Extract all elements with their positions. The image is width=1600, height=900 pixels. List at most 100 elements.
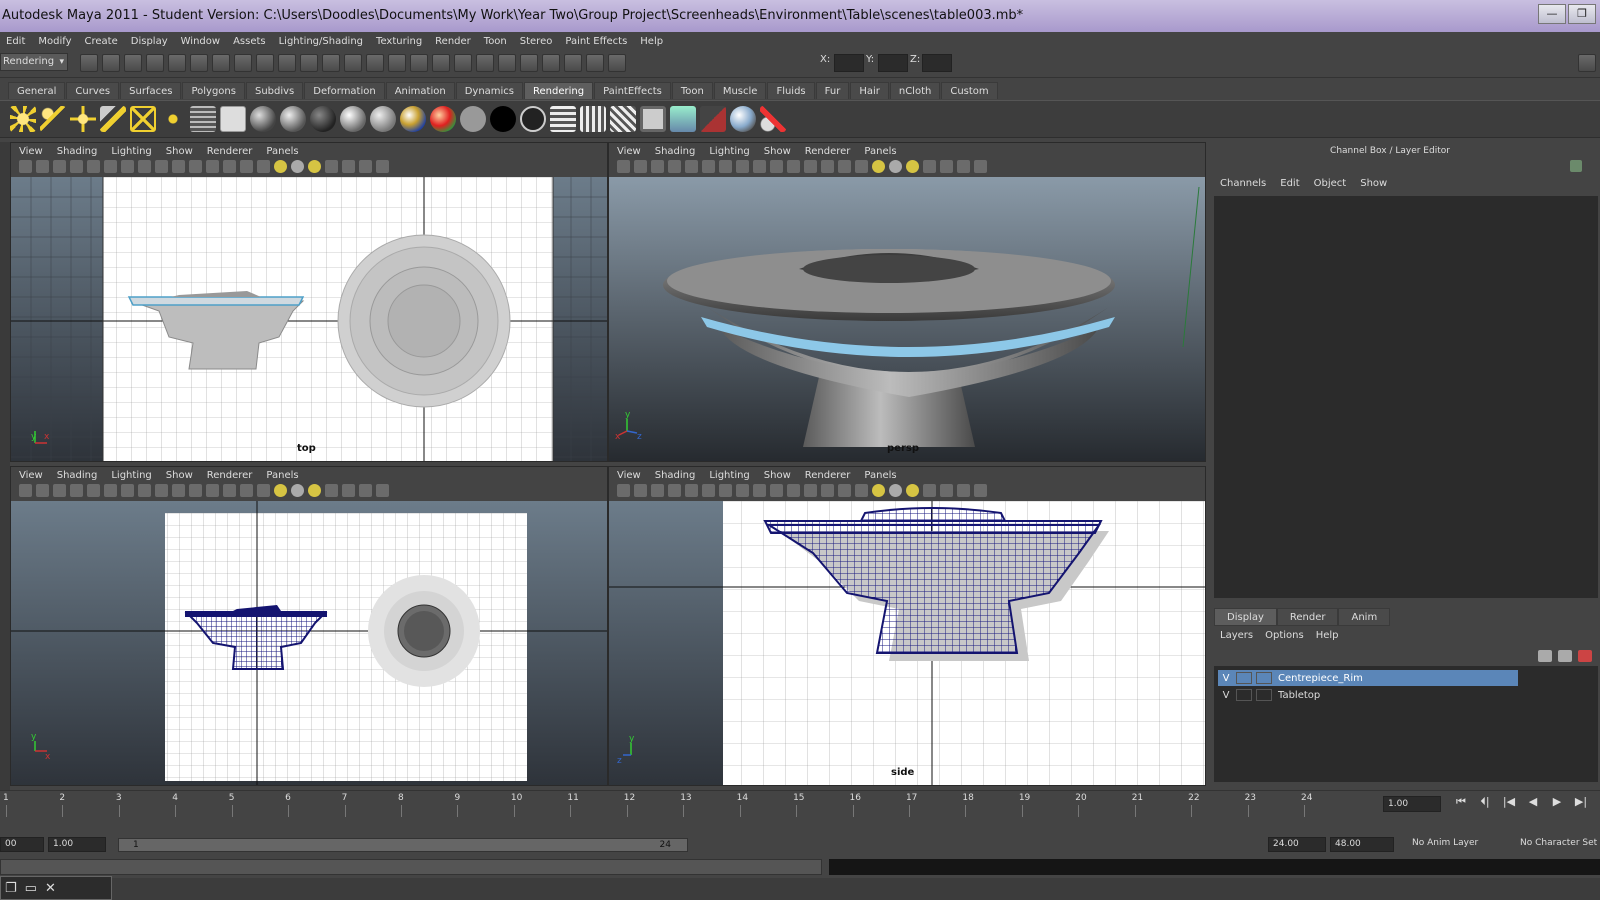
wireframe-on-shaded-icon[interactable] xyxy=(138,484,151,497)
shelf-tab-fluids[interactable]: Fluids xyxy=(767,82,815,99)
hud-icon[interactable] xyxy=(923,160,936,173)
shelf-tab-surfaces[interactable]: Surfaces xyxy=(120,82,182,99)
grey-material-icon[interactable] xyxy=(460,106,486,132)
restore-icon[interactable]: ❐ xyxy=(5,881,17,896)
panel-menu-show[interactable]: Show xyxy=(166,146,193,157)
hud-icon[interactable] xyxy=(325,484,338,497)
backface-icon[interactable] xyxy=(855,160,868,173)
gate-mask-icon[interactable] xyxy=(974,484,987,497)
gate-mask-icon[interactable] xyxy=(376,160,389,173)
render-settings-icon[interactable] xyxy=(580,106,606,132)
shelf-tab-painteffects[interactable]: PaintEffects xyxy=(594,82,671,99)
output-ops-icon[interactable] xyxy=(388,54,406,72)
menu-assets[interactable]: Assets xyxy=(233,36,266,47)
camera-icon[interactable] xyxy=(617,160,630,173)
layer-color-swatch[interactable] xyxy=(1256,689,1272,701)
bookmark-icon[interactable] xyxy=(651,484,664,497)
backface-icon[interactable] xyxy=(855,484,868,497)
maximize-icon[interactable]: ▭ xyxy=(25,881,37,896)
close-icon[interactable]: ✕ xyxy=(45,881,56,896)
xray-joints-icon[interactable] xyxy=(838,160,851,173)
grid-icon[interactable] xyxy=(87,160,100,173)
panel-menu-show[interactable]: Show xyxy=(764,470,791,481)
new-layer-selected-icon[interactable] xyxy=(1558,650,1572,662)
layer-menu-help[interactable]: Help xyxy=(1316,630,1339,641)
wireframe-on-shaded-icon[interactable] xyxy=(138,160,151,173)
animation-end-field[interactable]: 48.00 xyxy=(1330,837,1394,852)
panel-menu-shading[interactable]: Shading xyxy=(57,146,98,157)
select-component-icon[interactable] xyxy=(190,54,208,72)
menu-stereo[interactable]: Stereo xyxy=(520,36,553,47)
maximize-button[interactable]: ❐ xyxy=(1568,4,1596,24)
delete-layer-icon[interactable] xyxy=(1578,650,1592,662)
textured-icon[interactable] xyxy=(753,484,766,497)
panel-menu-lighting[interactable]: Lighting xyxy=(709,146,749,157)
panel-menu-renderer[interactable]: Renderer xyxy=(805,470,851,481)
selected-lights-icon[interactable] xyxy=(308,484,321,497)
panel-menu-view[interactable]: View xyxy=(19,146,43,157)
construction-history-icon[interactable] xyxy=(410,54,428,72)
xray-icon[interactable] xyxy=(223,160,236,173)
character-set-dropdown[interactable]: No Character Set xyxy=(1520,838,1597,848)
shelf-tab-dynamics[interactable]: Dynamics xyxy=(455,82,524,99)
input-ops-icon[interactable] xyxy=(366,54,384,72)
lock-selection-icon[interactable] xyxy=(212,54,230,72)
smooth-shade-icon[interactable] xyxy=(719,160,732,173)
layer-type-toggle[interactable] xyxy=(1236,672,1252,684)
shelf-tab-rendering[interactable]: Rendering xyxy=(524,82,594,99)
playback-start-field[interactable]: 1.00 xyxy=(48,837,106,852)
open-scene-icon[interactable] xyxy=(102,54,120,72)
black-material-icon[interactable] xyxy=(490,106,516,132)
shelf-tab-animation[interactable]: Animation xyxy=(385,82,455,99)
image-plane-icon[interactable] xyxy=(70,484,83,497)
camera-icon[interactable] xyxy=(19,484,32,497)
default-light-icon[interactable] xyxy=(274,484,287,497)
gate-mask-icon[interactable] xyxy=(376,484,389,497)
shelf-tab-fur[interactable]: Fur xyxy=(815,82,850,99)
directional-light-icon[interactable] xyxy=(40,106,66,132)
snap-live-icon[interactable] xyxy=(322,54,340,72)
layer-menu-layers[interactable]: Layers xyxy=(1220,630,1253,641)
camera-icon[interactable] xyxy=(19,160,32,173)
animation-start-field[interactable]: 00 xyxy=(0,837,44,852)
channel-box-menu-show[interactable]: Show xyxy=(1360,178,1387,189)
grid-icon[interactable] xyxy=(87,484,100,497)
image-plane-icon[interactable] xyxy=(668,160,681,173)
layer-type-toggle[interactable] xyxy=(1236,689,1252,701)
go-to-start-button[interactable]: ⏮ xyxy=(1452,795,1470,809)
panel-menu-panels[interactable]: Panels xyxy=(864,146,896,157)
shelf-tab-toon[interactable]: Toon xyxy=(671,82,713,99)
panel-menu-show[interactable]: Show xyxy=(764,146,791,157)
attribute-editor-icon[interactable] xyxy=(542,54,560,72)
new-scene-icon[interactable] xyxy=(80,54,98,72)
backface-icon[interactable] xyxy=(257,484,270,497)
snap-plane-icon[interactable] xyxy=(300,54,318,72)
menu-texturing[interactable]: Texturing xyxy=(376,36,422,47)
phong-material-icon[interactable] xyxy=(280,106,306,132)
volume-light-icon[interactable] xyxy=(160,106,186,132)
lights-icon[interactable] xyxy=(770,160,783,173)
panel-menu-lighting[interactable]: Lighting xyxy=(111,146,151,157)
menu-set-dropdown[interactable]: Rendering xyxy=(0,53,68,71)
camera-icon[interactable] xyxy=(617,484,630,497)
selected-lights-icon[interactable] xyxy=(308,160,321,173)
menu-display[interactable]: Display xyxy=(131,36,168,47)
channel-box-menu-edit[interactable]: Edit xyxy=(1280,178,1299,189)
z-field[interactable] xyxy=(922,54,952,72)
resolution-gate-icon[interactable] xyxy=(957,160,970,173)
viewport-front[interactable]: y x xyxy=(11,501,607,785)
menu-render[interactable]: Render xyxy=(435,36,471,47)
tool-settings-icon[interactable] xyxy=(564,54,582,72)
snap-grid-icon[interactable] xyxy=(234,54,252,72)
shelf-tab-general[interactable]: General xyxy=(8,82,66,99)
panel-menu-show[interactable]: Show xyxy=(166,470,193,481)
sidebar-toggle-icon[interactable] xyxy=(1578,54,1596,72)
layer-visibility-toggle[interactable]: V xyxy=(1218,690,1234,701)
hud-icon[interactable] xyxy=(325,160,338,173)
lights-icon[interactable] xyxy=(172,160,185,173)
hypershade-icon[interactable] xyxy=(190,106,216,132)
xray-icon[interactable] xyxy=(821,484,834,497)
panel-menu-renderer[interactable]: Renderer xyxy=(207,470,253,481)
shadows-icon[interactable] xyxy=(787,484,800,497)
xray-icon[interactable] xyxy=(223,484,236,497)
